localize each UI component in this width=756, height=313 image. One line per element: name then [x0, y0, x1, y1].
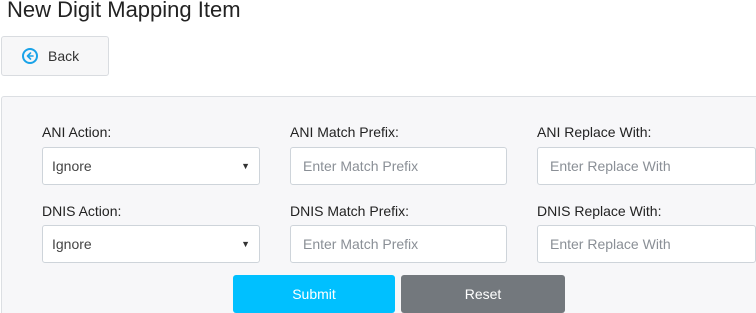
ani-action-value: Ignore — [52, 158, 92, 174]
reset-button[interactable]: Reset — [401, 275, 565, 313]
dnis-match-prefix-label: DNIS Match Prefix: — [290, 203, 410, 219]
dnis-action-value: Ignore — [52, 236, 92, 252]
submit-button[interactable]: Submit — [233, 275, 395, 313]
dnis-action-label: DNIS Action: — [42, 203, 122, 219]
dnis-replace-with-label: DNIS Replace With: — [537, 203, 662, 219]
ani-action-label: ANI Action: — [42, 124, 112, 140]
caret-down-icon: ▼ — [241, 161, 250, 171]
arrow-left-circle-icon — [22, 48, 38, 64]
back-button[interactable]: Back — [1, 36, 109, 76]
ani-match-prefix-label: ANI Match Prefix: — [290, 124, 399, 140]
ani-action-select[interactable]: Ignore ▼ — [42, 147, 260, 185]
caret-down-icon: ▼ — [241, 239, 250, 249]
dnis-match-prefix-input[interactable] — [290, 225, 507, 263]
page-title: New Digit Mapping Item — [7, 0, 241, 22]
ani-replace-with-label: ANI Replace With: — [537, 124, 652, 140]
ani-match-prefix-input[interactable] — [290, 147, 507, 185]
ani-replace-with-input[interactable] — [537, 147, 756, 185]
dnis-action-select[interactable]: Ignore ▼ — [42, 225, 260, 263]
dnis-replace-with-input[interactable] — [537, 225, 756, 263]
back-label: Back — [48, 48, 80, 64]
